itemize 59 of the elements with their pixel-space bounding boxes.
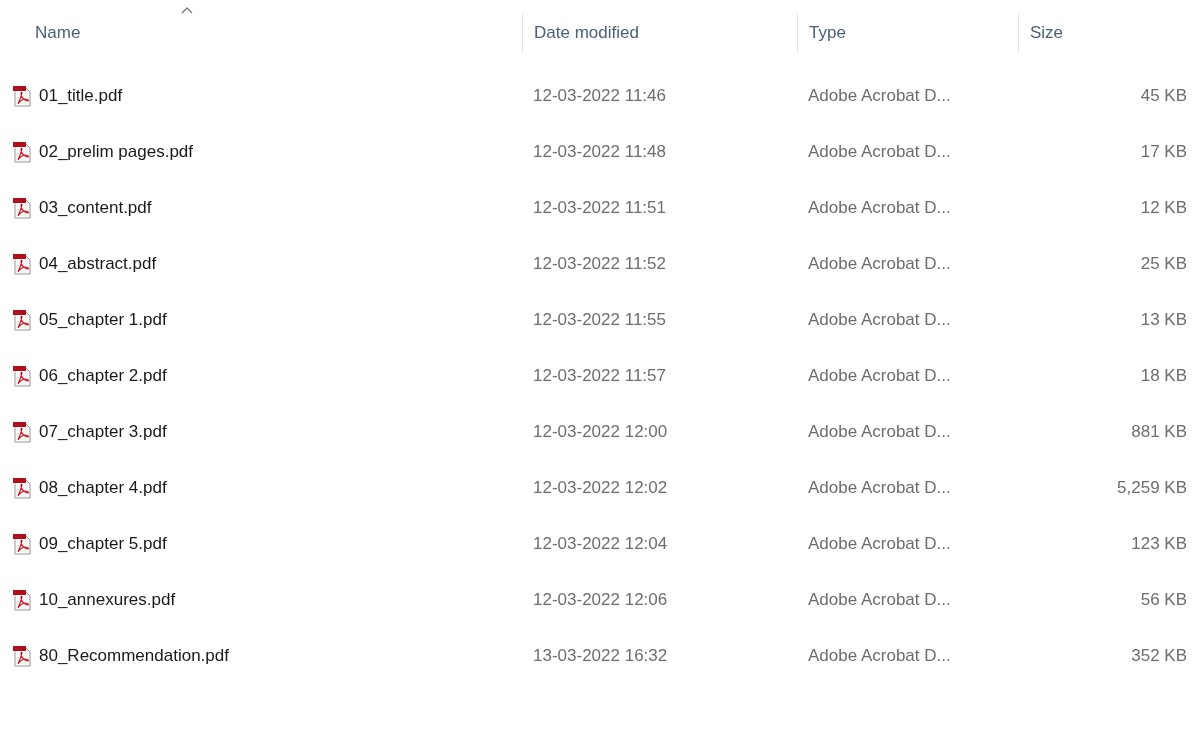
pdf-file-icon xyxy=(12,85,32,107)
file-type: Adobe Acrobat D... xyxy=(808,254,951,274)
pdf-file-icon xyxy=(12,309,32,331)
date-modified: 12-03-2022 12:04 xyxy=(533,534,668,554)
file-type: Adobe Acrobat D... xyxy=(808,142,951,162)
file-name[interactable]: 10_annexures.pdf xyxy=(39,590,176,610)
file-size: 25 KB xyxy=(1140,254,1187,274)
file-type: Adobe Acrobat D... xyxy=(808,198,951,218)
file-name[interactable]: 80_Recommendation.pdf xyxy=(39,646,229,666)
date-modified: 12-03-2022 11:52 xyxy=(533,254,666,274)
file-name[interactable]: 04_abstract.pdf xyxy=(39,254,157,274)
file-type: Adobe Acrobat D... xyxy=(808,310,951,330)
file-type: Adobe Acrobat D... xyxy=(808,534,951,554)
column-header[interactable]: Type xyxy=(809,23,846,43)
file-size: 56 KB xyxy=(1140,590,1187,610)
date-modified: 12-03-2022 12:02 xyxy=(533,478,668,498)
pdf-file-icon xyxy=(12,197,32,219)
date-modified: 12-03-2022 12:06 xyxy=(533,590,668,610)
file-type: Adobe Acrobat D... xyxy=(808,422,951,442)
file-type: Adobe Acrobat D... xyxy=(808,590,951,610)
pdf-file-icon xyxy=(12,253,32,275)
file-type: Adobe Acrobat D... xyxy=(808,366,951,386)
file-type: Adobe Acrobat D... xyxy=(808,646,951,666)
pdf-file-icon xyxy=(12,589,32,611)
column-header[interactable]: Date modified xyxy=(534,23,639,43)
file-size: 13 KB xyxy=(1140,310,1187,330)
pdf-file-icon xyxy=(12,421,32,443)
date-modified: 12-03-2022 11:55 xyxy=(533,310,666,330)
date-modified: 12-03-2022 12:00 xyxy=(533,422,668,442)
file-name[interactable]: 06_chapter 2.pdf xyxy=(39,366,167,386)
date-modified: 12-03-2022 11:48 xyxy=(533,142,666,162)
file-type: Adobe Acrobat D... xyxy=(808,478,951,498)
file-size: 352 KB xyxy=(1131,646,1187,666)
date-modified: 12-03-2022 11:57 xyxy=(533,366,666,386)
file-name[interactable]: 09_chapter 5.pdf xyxy=(39,534,167,554)
pdf-file-icon xyxy=(12,141,32,163)
file-name[interactable]: 02_prelim pages.pdf xyxy=(39,142,194,162)
file-size: 5,259 KB xyxy=(1117,478,1187,498)
file-name[interactable]: 01_title.pdf xyxy=(39,86,123,106)
column-header[interactable]: Name xyxy=(35,23,81,43)
pdf-file-icon xyxy=(12,533,32,555)
file-type: Adobe Acrobat D... xyxy=(808,86,951,106)
file-size: 123 KB xyxy=(1131,534,1187,554)
file-name[interactable]: 05_chapter 1.pdf xyxy=(39,310,167,330)
file-size: 18 KB xyxy=(1140,366,1187,386)
column-header[interactable]: Size xyxy=(1030,23,1064,43)
date-modified: 12-03-2022 11:51 xyxy=(533,198,666,218)
pdf-file-icon xyxy=(12,365,32,387)
file-size: 12 KB xyxy=(1140,198,1187,218)
file-size: 881 KB xyxy=(1131,422,1187,442)
pdf-file-icon xyxy=(12,477,32,499)
file-name[interactable]: 03_content.pdf xyxy=(39,198,152,218)
file-name[interactable]: 07_chapter 3.pdf xyxy=(39,422,167,442)
pdf-file-icon xyxy=(12,645,32,667)
file-name[interactable]: 08_chapter 4.pdf xyxy=(39,478,167,498)
file-size: 17 KB xyxy=(1140,142,1187,162)
file-size: 45 KB xyxy=(1140,86,1187,106)
date-modified: 12-03-2022 11:46 xyxy=(533,86,666,106)
date-modified: 13-03-2022 16:32 xyxy=(533,646,668,666)
